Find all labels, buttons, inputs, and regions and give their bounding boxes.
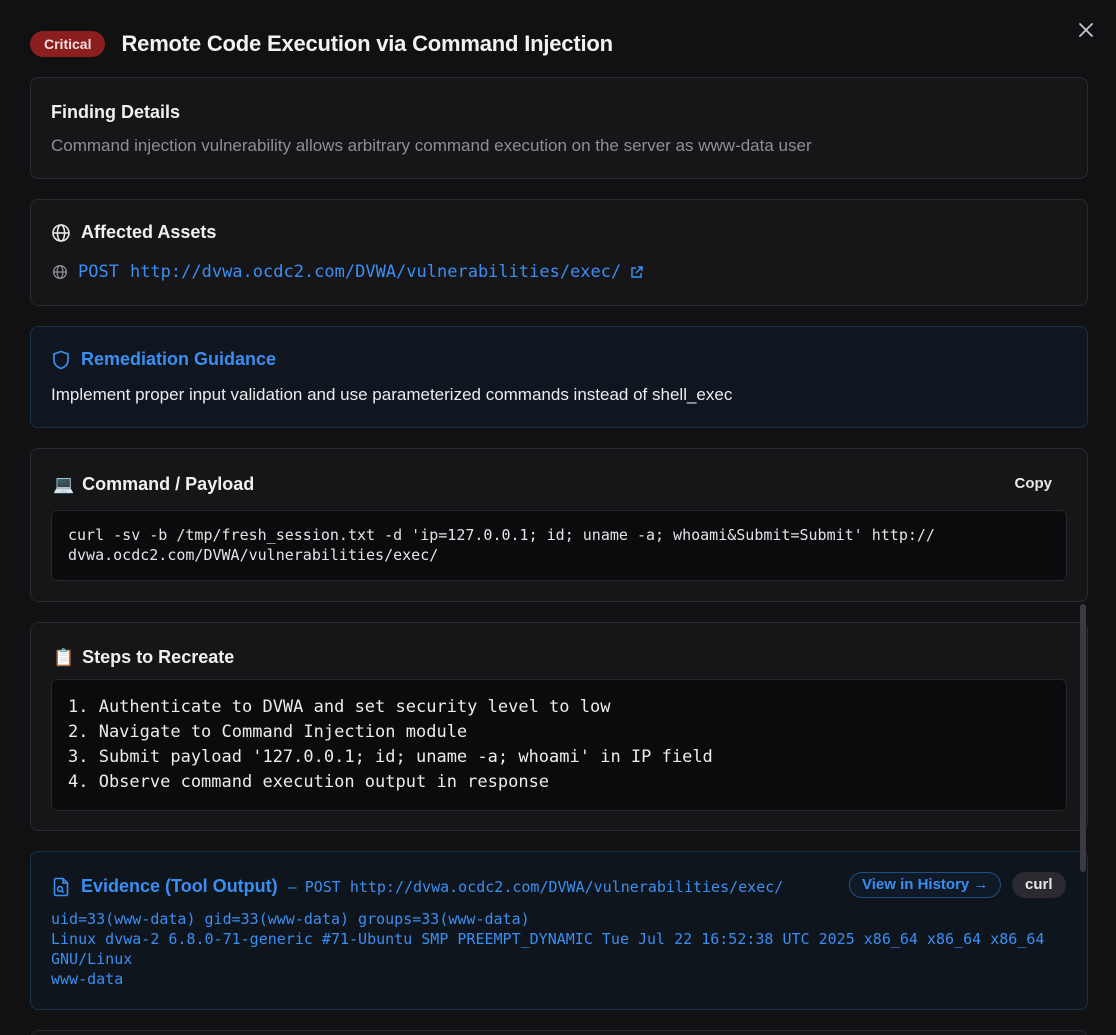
command-line: dvwa.ocdc2.com/DVWA/vulnerabilities/exec…: [68, 546, 439, 564]
evidence-title: Evidence (Tool Output): [81, 876, 278, 896]
evidence-method: POST: [304, 877, 341, 896]
clipboard-icon: 📋: [53, 647, 75, 667]
step-item: 3. Submit payload '127.0.0.1; id; uname …: [68, 747, 713, 767]
asset-method: POST: [78, 262, 119, 282]
close-icon[interactable]: [1076, 20, 1096, 40]
globe-small-icon: [51, 263, 69, 281]
copy-button[interactable]: Copy: [1015, 475, 1053, 492]
steps-header: 📋 Steps to Recreate: [53, 647, 234, 668]
finding-details-title: Finding Details: [51, 102, 181, 122]
scrollbar-thumb[interactable]: [1080, 604, 1086, 872]
output-line: Linux dvwa-2 6.8.0-71-generic #71-Ubuntu…: [51, 930, 1045, 948]
finding-description: Command injection vulnerability allows a…: [51, 136, 812, 155]
output-line: GNU/Linux: [51, 950, 133, 968]
evidence-header: Evidence (Tool Output) — POST http://dvw…: [51, 876, 783, 897]
laptop-icon: 💻: [53, 474, 75, 494]
globe-icon: [51, 223, 71, 243]
external-link-icon[interactable]: [629, 264, 645, 280]
evidence-url: http://dvwa.ocdc2.com/DVWA/vulnerabiliti…: [349, 877, 784, 896]
affected-assets-title: Affected Assets: [81, 222, 217, 242]
step-item: 2. Navigate to Command Injection module: [68, 722, 468, 742]
severity-badge: Critical: [30, 31, 106, 57]
command-card: 💻 Command / Payload Copy curl -sv -b /tm…: [30, 448, 1088, 602]
evidence-output: uid=33(www-data) gid=33(www-data) groups…: [51, 909, 1044, 989]
affected-assets-card: Affected Assets POST http://dvwa.ocdc2.c…: [30, 199, 1088, 306]
remediation-card: Remediation Guidance Implement proper in…: [30, 326, 1088, 428]
evidence-card: Evidence (Tool Output) — POST http://dvw…: [30, 851, 1088, 1010]
asset-url-link[interactable]: http://dvwa.ocdc2.com/DVWA/vulnerabiliti…: [130, 262, 621, 282]
steps-code-block: 1. Authenticate to DVWA and set security…: [51, 679, 1067, 811]
affected-assets-header: Affected Assets: [51, 222, 216, 243]
next-card: [30, 1030, 1088, 1035]
command-line: curl -sv -b /tmp/fresh_session.txt -d 'i…: [68, 526, 935, 544]
step-item: 4. Observe command execution output in r…: [68, 772, 550, 792]
shield-icon: [51, 350, 71, 370]
remediation-header: Remediation Guidance: [51, 349, 276, 370]
remediation-title: Remediation Guidance: [81, 349, 277, 369]
steps-card: 📋 Steps to Recreate 1. Authenticate to D…: [30, 622, 1088, 831]
command-title: Command / Payload: [82, 474, 255, 494]
finding-modal: Critical Remote Code Execution via Comma…: [0, 0, 1116, 1035]
evidence-separator: —: [287, 877, 297, 896]
remediation-text: Implement proper input validation and us…: [51, 385, 733, 404]
step-item: 1. Authenticate to DVWA and set security…: [68, 697, 611, 717]
finding-details-card: Finding Details Command injection vulner…: [30, 77, 1088, 179]
command-header: 💻 Command / Payload: [53, 474, 254, 495]
finding-title: Remote Code Execution via Command Inject…: [121, 31, 613, 56]
file-search-icon: [51, 877, 71, 897]
output-line: www-data: [51, 970, 124, 988]
command-code-block: curl -sv -b /tmp/fresh_session.txt -d 'i…: [51, 510, 1067, 581]
view-history-button[interactable]: View in History →: [849, 872, 1002, 898]
steps-title: Steps to Recreate: [82, 647, 235, 667]
output-line: uid=33(www-data) gid=33(www-data) groups…: [51, 910, 530, 928]
tool-badge: curl: [1012, 872, 1066, 898]
asset-entry: POST http://dvwa.ocdc2.com/DVWA/vulnerab…: [51, 262, 645, 282]
modal-header: Critical Remote Code Execution via Comma…: [30, 30, 613, 58]
